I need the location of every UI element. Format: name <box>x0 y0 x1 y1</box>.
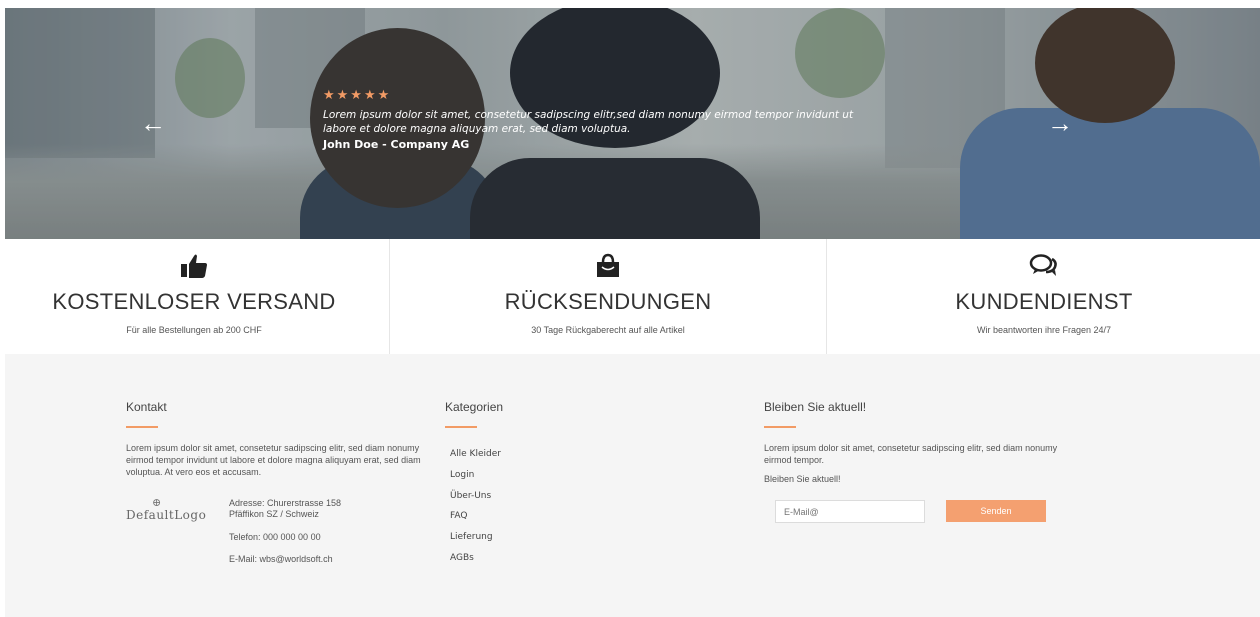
contact-email[interactable]: E-Mail: wbs@worldsoft.ch <box>229 554 333 564</box>
newsletter-email-input[interactable] <box>775 500 925 523</box>
feature-title: KUNDENDIENST <box>955 289 1133 314</box>
feature-title: KOSTENLOSER VERSAND <box>52 289 336 314</box>
category-list: Alle Kleider Login Über-Uns FAQ Lieferun… <box>445 444 645 569</box>
footer-categories: Kategorien Alle Kleider Login Über-Uns F… <box>445 400 645 569</box>
category-link-agbs[interactable]: AGBs <box>445 548 645 569</box>
category-link-faq[interactable]: FAQ <box>445 506 645 527</box>
thumbs-up-icon <box>0 249 388 283</box>
contact-phone: Telefon: 000 000 00 00 <box>229 532 321 542</box>
features-bar: KOSTENLOSER VERSAND Für alle Bestellunge… <box>0 239 1260 354</box>
footer-contact: Kontakt Lorem ipsum dolor sit amet, cons… <box>126 400 426 568</box>
heading-underline <box>764 426 796 428</box>
footer: Kontakt Lorem ipsum dolor sit amet, cons… <box>5 354 1260 617</box>
globe-icon: ⊕ <box>152 496 162 509</box>
feature-subtitle: Wir beantworten ihre Fragen 24/7 <box>976 325 1112 335</box>
newsletter-text: Lorem ipsum dolor sit amet, consetetur s… <box>764 443 1058 465</box>
category-link-ueber-uns[interactable]: Über-Uns <box>445 486 645 507</box>
footer-heading: Kategorien <box>445 400 504 414</box>
logo-text: DefaultLogo <box>126 508 207 522</box>
testimonial-author: John Doe - Company AG <box>323 138 470 151</box>
slider-prev-arrow-icon[interactable]: ← <box>138 108 168 138</box>
address-line: Pfäffikon SZ / Schweiz <box>229 509 319 519</box>
testimonial: ★★★★★ Lorem ipsum dolor sit amet, conset… <box>323 88 883 151</box>
newsletter-subtext: Bleiben Sie aktuell! <box>764 474 841 484</box>
newsletter-send-button[interactable]: Senden <box>946 500 1046 522</box>
company-logo: ⊕ DefaultLogo <box>126 496 207 522</box>
category-link-login[interactable]: Login <box>445 465 645 486</box>
address-line: Adresse: Churerstrasse 158 <box>229 498 342 508</box>
contact-text: Lorem ipsum dolor sit amet, consetetur s… <box>126 443 421 477</box>
feature-subtitle: 30 Tage Rückgaberecht auf alle Artikel <box>531 325 685 335</box>
heading-underline <box>126 426 158 428</box>
feature-subtitle: Für alle Bestellungen ab 200 CHF <box>126 325 262 335</box>
feature-title: RÜCKSENDUNGEN <box>504 289 712 314</box>
newsletter-form: Senden <box>764 500 1084 524</box>
shopping-bag-icon <box>390 249 826 283</box>
footer-heading: Bleiben Sie aktuell! <box>764 400 867 414</box>
heading-underline <box>445 426 477 428</box>
category-link-lieferung[interactable]: Lieferung <box>445 527 645 548</box>
testimonial-quote: Lorem ipsum dolor sit amet, consetetur s… <box>323 109 854 135</box>
chat-bubbles-icon <box>827 249 1260 283</box>
contact-details: ⊕ DefaultLogo Adresse: Churerstrasse 158… <box>126 496 426 568</box>
rating-stars-icon: ★★★★★ <box>323 88 392 103</box>
category-link-alle-kleider[interactable]: Alle Kleider <box>445 444 645 465</box>
slider-next-arrow-icon[interactable]: → <box>1045 108 1075 138</box>
feature-returns: RÜCKSENDUNGEN 30 Tage Rückgaberecht auf … <box>389 239 826 354</box>
feature-customer-service: KUNDENDIENST Wir beantworten ihre Fragen… <box>826 239 1260 354</box>
footer-heading: Kontakt <box>126 400 167 414</box>
feature-free-shipping: KOSTENLOSER VERSAND Für alle Bestellunge… <box>0 239 388 354</box>
contact-address: Adresse: Churerstrasse 158 Pfäffikon SZ … <box>229 498 341 520</box>
hero-slider: ← → ★★★★★ Lorem ipsum dolor sit amet, co… <box>5 8 1260 239</box>
footer-newsletter: Bleiben Sie aktuell! Lorem ipsum dolor s… <box>764 400 1084 524</box>
